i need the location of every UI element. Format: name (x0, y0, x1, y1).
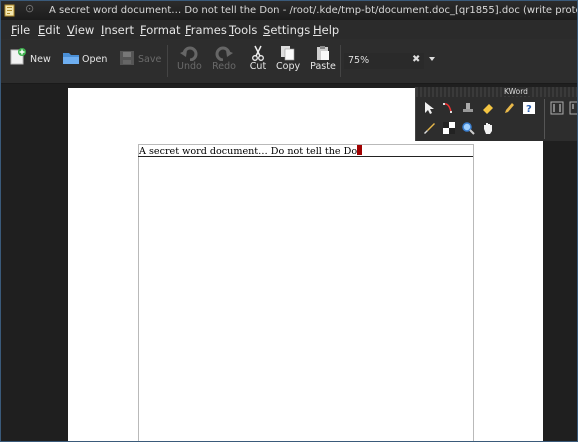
kword-tool-palette: KWord ? (415, 87, 578, 141)
palette-separator (544, 99, 545, 139)
copy-pages-icon (281, 46, 295, 61)
palette-drag-handle[interactable] (416, 87, 577, 97)
save-disk-icon (120, 51, 134, 65)
brush-icon[interactable] (422, 121, 436, 135)
paste-label: Paste (310, 61, 336, 72)
zoom-combobox[interactable]: 75% ✖ (344, 53, 424, 69)
menu-format[interactable]: Format (140, 23, 181, 37)
open-folder-icon (63, 53, 79, 64)
title-bar[interactable]: ⊙ A secret word document… Do not tell th… (1, 1, 577, 20)
menu-bar: File Edit View Insert Format Frames Tool… (1, 20, 577, 39)
pin-icon[interactable]: ⊙ (25, 2, 34, 15)
menu-tools[interactable]: Tools (229, 23, 257, 37)
menu-view[interactable]: View (67, 23, 94, 37)
pencil-icon[interactable] (502, 101, 516, 115)
text-cursor (357, 145, 363, 155)
new-label[interactable]: New (30, 54, 51, 65)
text-frame[interactable] (138, 144, 474, 441)
palette-title: KWord (502, 87, 530, 96)
redo-label: Redo (212, 61, 236, 72)
main-toolbar: New Open Save Undo Redo Cut Copy Paste (1, 39, 577, 84)
text-frame-tool-icon[interactable] (550, 101, 564, 115)
undo-label: Undo (177, 61, 202, 72)
zoom-value[interactable]: 75% (348, 55, 369, 66)
stamp-icon[interactable] (461, 101, 475, 115)
eraser-icon[interactable] (481, 101, 495, 115)
document-text-content[interactable]: A secret word document… Do not tell the … (139, 146, 357, 157)
new-document-icon (10, 48, 26, 65)
copy-button[interactable]: Copy (276, 45, 300, 72)
menu-help[interactable]: Help (313, 23, 339, 37)
menu-settings[interactable]: Settings (263, 23, 310, 37)
redo-button[interactable]: Redo (212, 45, 236, 72)
paste-button[interactable]: Paste (310, 45, 336, 72)
undo-button[interactable]: Undo (177, 45, 202, 72)
undo-arrow-icon (180, 46, 198, 61)
select-arrow-icon[interactable] (422, 101, 436, 115)
pan-hand-icon[interactable] (481, 121, 495, 135)
toolbar-separator (340, 45, 341, 77)
menu-edit[interactable]: Edit (38, 23, 60, 37)
save-label[interactable]: Save (138, 54, 161, 65)
paste-clipboard-icon (317, 46, 329, 60)
window-title: A secret word document… Do not tell the … (49, 5, 577, 16)
cut-label: Cut (249, 61, 267, 72)
kword-window: ⊙ A secret word document… Do not tell th… (0, 0, 578, 442)
new-button[interactable] (9, 47, 27, 65)
svg-text:?: ? (526, 104, 532, 115)
menu-insert[interactable]: Insert (101, 23, 134, 37)
bezier-curve-icon[interactable] (442, 101, 456, 115)
zoom-magnifier-icon[interactable] (461, 121, 475, 135)
help-icon[interactable]: ? (522, 101, 536, 115)
open-label[interactable]: Open (82, 54, 107, 65)
copy-label: Copy (276, 61, 301, 72)
menu-file[interactable]: File (11, 23, 30, 37)
toolbar-separator (167, 45, 168, 77)
scissors-icon (252, 45, 264, 61)
redo-arrow-icon (215, 46, 233, 61)
kword-app-icon[interactable] (4, 4, 16, 17)
menu-frames[interactable]: Frames (185, 23, 227, 37)
clear-zoom-icon[interactable]: ✖ (412, 54, 420, 65)
frame-tool-icon[interactable] (569, 101, 578, 115)
open-button[interactable] (62, 50, 80, 66)
checkerboard-icon[interactable] (442, 121, 456, 135)
cut-button[interactable]: Cut (247, 45, 269, 72)
document-text[interactable]: A secret word document… Do not tell the … (139, 145, 363, 157)
save-button[interactable] (119, 50, 135, 66)
zoom-dropdown-arrow-icon[interactable] (429, 57, 435, 61)
